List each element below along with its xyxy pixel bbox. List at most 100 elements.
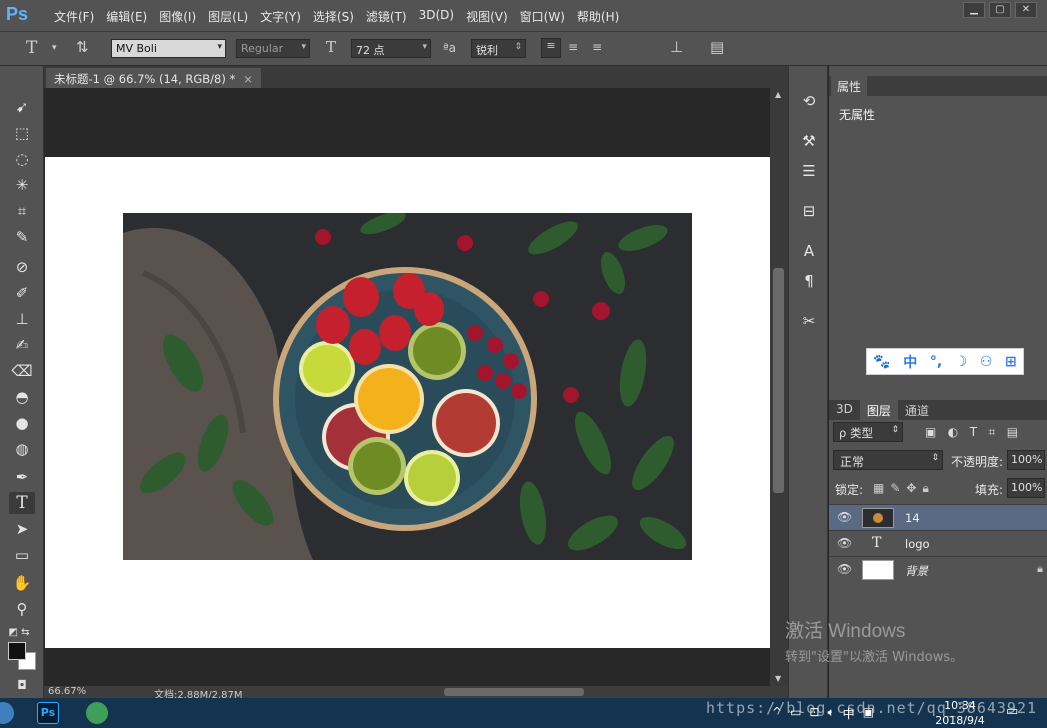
lasso-tool-icon[interactable]: ◌ bbox=[9, 148, 35, 170]
ime-punctuation-icon[interactable]: °, bbox=[930, 354, 942, 370]
rectangle-tool-icon[interactable]: ▭ bbox=[9, 544, 35, 566]
antialias-select[interactable]: 锐利 ⇕ bbox=[471, 39, 526, 58]
layer-filter-select[interactable]: ρ 类型 ⇕ bbox=[833, 422, 903, 442]
lock-options-icons[interactable]: ▦✎✥🔒︎ bbox=[873, 481, 935, 496]
menu-edit[interactable]: 编辑(E) bbox=[100, 8, 153, 25]
fill-input[interactable]: 100% bbox=[1007, 478, 1045, 498]
menu-help[interactable]: 帮助(H) bbox=[571, 8, 625, 25]
document-tab[interactable]: 未标题-1 @ 66.7% (14, RGB/8) * × bbox=[46, 68, 261, 88]
layer-row-14[interactable]: 👁︎ 14 bbox=[829, 504, 1047, 530]
filter-image-icon[interactable]: ▣ bbox=[925, 425, 936, 439]
type-tool-icon[interactable]: T bbox=[9, 492, 35, 514]
ime-paw-icon[interactable]: 🐾 bbox=[873, 354, 890, 370]
filter-shape-icon[interactable]: ⌗ bbox=[989, 425, 996, 439]
ime-chinese-mode[interactable]: 中 bbox=[903, 352, 917, 372]
tab-channels[interactable]: 通道 bbox=[898, 400, 936, 420]
menu-image[interactable]: 图像(I) bbox=[153, 8, 202, 25]
layer-row-logo[interactable]: 👁︎ T logo bbox=[829, 530, 1047, 556]
quick-mask-icon[interactable]: ◘ bbox=[9, 674, 35, 696]
text-orientation-icon[interactable]: ⇅ bbox=[76, 38, 89, 56]
horizontal-scrollbar-thumb[interactable] bbox=[444, 688, 584, 696]
hand-tool-icon[interactable]: ✋ bbox=[9, 572, 35, 594]
tool-presets-icon[interactable]: ☰ bbox=[797, 162, 821, 184]
photoshop-logo: Ps bbox=[6, 4, 29, 24]
menu-type[interactable]: 文字(Y) bbox=[254, 8, 307, 25]
default-colors-icon[interactable]: ◩ ⇆ bbox=[6, 622, 32, 644]
ime-user-icon[interactable]: ⚇ bbox=[980, 354, 993, 370]
layer-name: 14 bbox=[905, 511, 920, 525]
menu-3d[interactable]: 3D(D) bbox=[413, 8, 460, 25]
tab-properties[interactable]: 属性 bbox=[831, 76, 868, 97]
maximize-button[interactable]: ▢ bbox=[989, 2, 1011, 18]
crop-tool-icon[interactable]: ⌗ bbox=[9, 200, 35, 222]
canvas-vertical-scrollbar[interactable]: ▲ ▼ bbox=[770, 88, 788, 686]
eraser-tool-icon[interactable]: ⌫ bbox=[9, 360, 35, 382]
document-tab-title: 未标题-1 @ 66.7% (14, RGB/8) * bbox=[54, 72, 236, 86]
healing-brush-icon[interactable]: ⊘ bbox=[9, 256, 35, 278]
preset-dropdown-icon[interactable]: ▾ bbox=[52, 43, 57, 53]
layer-row-background[interactable]: 👁︎ 背景 🔒︎ bbox=[829, 556, 1047, 582]
menu-window[interactable]: 窗口(W) bbox=[514, 8, 571, 25]
minimize-button[interactable]: ▁ bbox=[963, 2, 985, 18]
start-button-icon[interactable] bbox=[0, 702, 14, 724]
paragraph-icon[interactable]: ¶ bbox=[797, 272, 821, 294]
menu-file[interactable]: 文件(F) bbox=[48, 8, 100, 25]
tab-layers[interactable]: 图层 bbox=[859, 400, 898, 420]
zoom-level[interactable]: 66.67% bbox=[48, 686, 86, 697]
visibility-eye-icon[interactable]: 👁︎ bbox=[837, 536, 852, 550]
foreground-color-swatch[interactable] bbox=[8, 642, 26, 660]
dodge-tool-icon[interactable]: ◍ bbox=[9, 438, 35, 460]
marquee-tool-icon[interactable]: ⬚ bbox=[9, 122, 35, 144]
menu-view[interactable]: 视图(V) bbox=[460, 8, 514, 25]
character-icon[interactable]: A bbox=[797, 242, 821, 264]
font-style-select[interactable]: Regular ▾ bbox=[236, 39, 310, 58]
blur-tool-icon[interactable]: ● bbox=[9, 412, 35, 434]
close-icon[interactable]: × bbox=[243, 72, 253, 86]
scrollbar-thumb[interactable] bbox=[773, 268, 784, 493]
close-button[interactable]: ✕ bbox=[1015, 2, 1037, 18]
align-center-icon[interactable]: ≡ bbox=[568, 40, 578, 54]
scroll-down-icon[interactable]: ▼ bbox=[775, 674, 781, 683]
tab-3d[interactable]: 3D bbox=[829, 400, 860, 420]
filter-text-icon[interactable]: T bbox=[970, 425, 977, 439]
path-selection-icon[interactable]: ➤ bbox=[9, 518, 35, 540]
eyedropper-icon[interactable]: ✎ bbox=[9, 226, 35, 248]
ime-moon-icon[interactable]: ☽ bbox=[955, 354, 968, 370]
brush-tool-icon[interactable]: ✐ bbox=[9, 282, 35, 304]
blend-mode-select[interactable]: 正常 ⇕ bbox=[833, 450, 943, 470]
warp-text-icon[interactable]: ⊥ bbox=[670, 38, 683, 56]
blog-url-watermark: https://blog.csdn.net/qq_38643921 bbox=[706, 699, 1038, 717]
chevron-up-down-icon: ⇕ bbox=[514, 42, 522, 52]
magic-wand-icon[interactable]: ✳ bbox=[9, 174, 35, 196]
type-tool-preset-icon[interactable]: T bbox=[26, 38, 37, 58]
history-panel-icon[interactable]: ⟲ bbox=[797, 92, 821, 114]
tool-options-icon[interactable]: ✂ bbox=[797, 312, 821, 334]
clone-stamp-icon[interactable]: ⊥ bbox=[9, 308, 35, 330]
fruit-photo-layer[interactable] bbox=[123, 213, 692, 560]
filter-smart-object-icon[interactable]: ▤ bbox=[1007, 425, 1018, 439]
menu-layer[interactable]: 图层(L) bbox=[202, 8, 254, 25]
menu-select[interactable]: 选择(S) bbox=[307, 8, 360, 25]
zoom-tool-icon[interactable]: ⚲ bbox=[9, 598, 35, 620]
visibility-eye-icon[interactable]: 👁︎ bbox=[837, 510, 852, 524]
align-left-icon[interactable]: ≡ bbox=[541, 38, 561, 58]
scroll-up-icon[interactable]: ▲ bbox=[775, 90, 781, 99]
filter-adjustment-icon[interactable]: ◐ bbox=[948, 425, 958, 439]
move-tool-icon[interactable]: ➹ bbox=[9, 96, 35, 118]
character-panel-icon[interactable]: ▤ bbox=[710, 38, 724, 56]
font-family-select[interactable]: MV Boli ▾ bbox=[111, 39, 226, 58]
align-right-icon[interactable]: ≡ bbox=[592, 40, 602, 54]
clone-source-icon[interactable]: ⊟ bbox=[797, 202, 821, 224]
photoshop-taskbar-icon[interactable]: Ps bbox=[37, 702, 59, 724]
text-layer-icon: T bbox=[872, 535, 882, 551]
history-brush-icon[interactable]: ✍ bbox=[9, 334, 35, 356]
paint-bucket-icon[interactable]: ◓ bbox=[9, 386, 35, 408]
visibility-eye-icon[interactable]: 👁︎ bbox=[837, 562, 852, 576]
pen-tool-icon[interactable]: ✒ bbox=[9, 466, 35, 488]
browser-taskbar-icon[interactable] bbox=[86, 702, 108, 724]
menu-filter[interactable]: 滤镜(T) bbox=[360, 8, 413, 25]
opacity-input[interactable]: 100% bbox=[1007, 450, 1045, 470]
font-size-select[interactable]: 72 点 ▾ bbox=[351, 39, 431, 58]
brush-presets-icon[interactable]: ⚒ bbox=[797, 132, 821, 154]
ime-grid-icon[interactable]: ⊞ bbox=[1005, 354, 1017, 370]
